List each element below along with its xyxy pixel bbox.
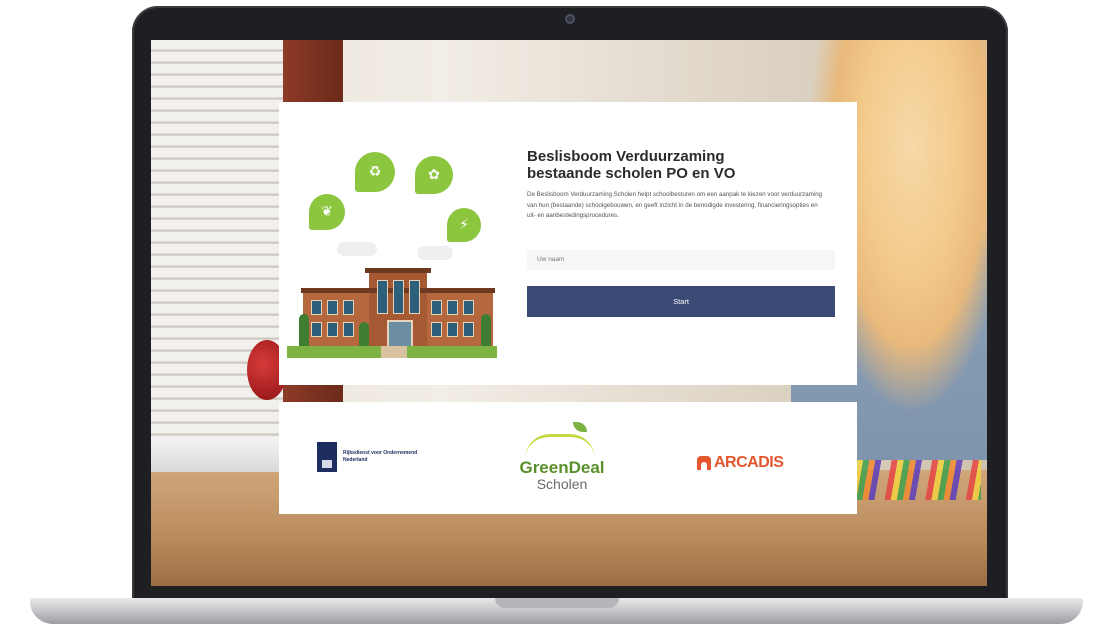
background-papers	[151, 438, 281, 472]
energy-icon: ⚡	[447, 208, 481, 242]
name-input[interactable]: Uw naam	[527, 250, 835, 270]
title-line-2: bestaande scholen PO en VO	[527, 165, 736, 182]
path	[381, 346, 407, 358]
greendeal-logo: GreenDeal Scholen	[507, 420, 617, 500]
background-pencils	[851, 460, 981, 500]
rijksdienst-logo: Rijksdienst voor Ondernemend Nederland	[317, 442, 437, 472]
leaf-icon: ❦	[309, 194, 345, 230]
title-line-1: Beslisboom Verduurzaming	[527, 148, 725, 165]
arcadis-icon	[697, 456, 711, 470]
crest-icon	[317, 442, 337, 472]
roof-icon	[525, 434, 595, 459]
intro-card: ❦ ♻ ✿ ⚡ Beslisboom Verduurzaming bestaan…	[279, 102, 857, 385]
start-button[interactable]: Start	[527, 286, 835, 317]
school-building	[299, 268, 495, 352]
leaf-icon	[573, 422, 587, 432]
cloud-icon	[417, 246, 453, 260]
cloud-icon	[337, 242, 377, 256]
page-title: Beslisboom Verduurzaming bestaande schol…	[527, 148, 827, 182]
intro-description: De Beslisboom Verduurzaming Scholen help…	[527, 191, 823, 219]
rijksdienst-text: Rijksdienst voor Ondernemend Nederland	[343, 450, 418, 463]
webcam-icon	[565, 14, 575, 24]
school-illustration: ❦ ♻ ✿ ⚡	[287, 142, 497, 372]
laptop-notch	[495, 598, 619, 608]
screen: ❦ ♻ ✿ ⚡ Beslisboom Verduurzaming bestaan…	[151, 40, 987, 586]
arcadis-text: ARCADIS	[714, 454, 784, 471]
plant-icon: ✿	[415, 156, 453, 194]
arcadis-logo: ARCADIS	[697, 454, 784, 472]
greendeal-subtext: Scholen	[536, 476, 588, 492]
partner-logos: Rijksdienst voor Ondernemend Nederland G…	[279, 402, 857, 514]
greendeal-text: GreenDeal	[519, 458, 605, 477]
recycle-icon: ♻	[355, 152, 395, 192]
